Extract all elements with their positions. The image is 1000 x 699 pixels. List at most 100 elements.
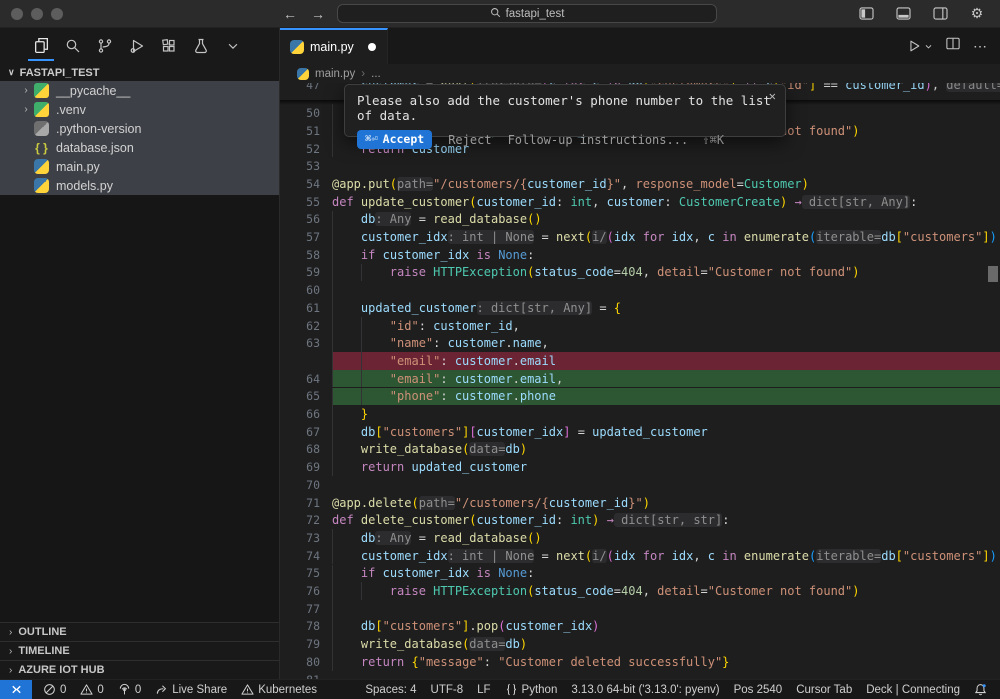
status-item-python[interactable]: Python	[498, 683, 565, 696]
code-line-67[interactable]: 67 db["customers"][customer_idx] = updat…	[280, 423, 1000, 441]
status-item-3-13-0-64-bit-3-13-0-pyenv[interactable]: 3.13.0 64-bit ('3.13.0': pyenv)	[564, 684, 726, 696]
toggle-panel-icon[interactable]	[890, 0, 916, 29]
code-line-55[interactable]: 55def update_customer(customer_id: int, …	[280, 193, 1000, 211]
toggle-sidebar-icon[interactable]	[853, 0, 879, 29]
line-number[interactable]: 80	[280, 655, 320, 669]
line-number[interactable]: 79	[280, 637, 320, 651]
code-line-62[interactable]: 62 "id": customer_id,	[280, 317, 1000, 335]
code-line-60[interactable]: 60	[280, 281, 1000, 299]
more-views-chevron-icon[interactable]	[220, 31, 246, 61]
command-center-search[interactable]: fastapi_test	[337, 4, 717, 23]
status-item-0[interactable]: 0	[36, 683, 73, 696]
code-line-63[interactable]: 63 "name": customer.name,	[280, 334, 1000, 352]
file-tree-item--python-version[interactable]: .python-version	[0, 119, 279, 138]
line-number[interactable]: 57	[280, 230, 320, 244]
file-tree-item-database-json[interactable]: { }database.json	[0, 138, 279, 157]
line-number[interactable]: 66	[280, 407, 320, 421]
line-number[interactable]: 52	[280, 142, 320, 156]
status-item-utf-8[interactable]: UTF-8	[424, 684, 471, 696]
unsaved-dot-icon[interactable]	[368, 43, 376, 51]
breadcrumb-file[interactable]: main.py	[315, 68, 355, 80]
file-tree-item--pycache-[interactable]: ›__pycache__	[0, 81, 279, 100]
line-number[interactable]: 58	[280, 248, 320, 262]
line-number[interactable]: 67	[280, 425, 320, 439]
code-line-80[interactable]: 80 return {"message": "Customer deleted …	[280, 653, 1000, 671]
line-number[interactable]: 78	[280, 619, 320, 633]
code-line-57[interactable]: 57 customer_idx: int | None = next(i/(id…	[280, 228, 1000, 246]
code-line-73[interactable]: 73 db: Any = read_database()	[280, 529, 1000, 547]
panel-header-azure-iot-hub[interactable]: ›AZURE IOT HUB	[0, 660, 279, 679]
line-number[interactable]: 75	[280, 566, 320, 580]
code-line-72[interactable]: 72def delete_customer(customer_id: int) …	[280, 511, 1000, 529]
scrollbar-marker[interactable]	[988, 266, 998, 282]
run-python-file-button[interactable]	[907, 39, 933, 53]
line-number[interactable]: 71	[280, 496, 320, 510]
status-item-0[interactable]: 0	[73, 683, 110, 696]
settings-gear-icon[interactable]: ⚙	[964, 0, 990, 29]
line-number[interactable]: 62	[280, 319, 320, 333]
status-item-bell[interactable]	[967, 683, 994, 696]
line-number[interactable]: 65	[280, 389, 320, 403]
breadcrumb-symbol[interactable]: ...	[371, 68, 381, 80]
code-line-54[interactable]: 54@app.put(path="/customers/{customer_id…	[280, 175, 1000, 193]
code-line-74[interactable]: 74 customer_idx: int | None = next(i/(id…	[280, 547, 1000, 565]
status-item-pos-2540[interactable]: Pos 2540	[727, 684, 790, 696]
line-number[interactable]: 50	[280, 106, 320, 120]
toggle-secondary-sidebar-icon[interactable]	[927, 0, 953, 29]
code-line-66[interactable]: 66 }	[280, 405, 1000, 423]
status-item-live-share[interactable]: Live Share	[148, 683, 234, 696]
code-line-59[interactable]: 59 raise HTTPException(status_code=404, …	[280, 264, 1000, 282]
code-line-53[interactable]: 53	[280, 157, 1000, 175]
tab-main-py[interactable]: main.py	[280, 28, 388, 64]
maximize-window-button[interactable]	[51, 8, 63, 20]
status-item-0[interactable]: 0	[111, 683, 148, 696]
status-item-cursor-tab[interactable]: Cursor Tab	[789, 684, 859, 696]
close-window-button[interactable]	[11, 8, 23, 20]
code-line-71[interactable]: 71@app.delete(path="/customers/{customer…	[280, 494, 1000, 512]
close-icon[interactable]: ✕	[769, 89, 776, 103]
code-line-58[interactable]: 58 if customer_idx is None:	[280, 246, 1000, 264]
status-item-kubernetes[interactable]: Kubernetes	[234, 683, 324, 696]
code-line-75[interactable]: 75 if customer_idx is None:	[280, 565, 1000, 583]
code-line-78[interactable]: 78 db["customers"].pop(customer_idx)	[280, 618, 1000, 636]
status-item-lf[interactable]: LF	[470, 684, 497, 696]
back-icon[interactable]: ←	[283, 6, 297, 22]
line-number[interactable]: 59	[280, 265, 320, 279]
line-number[interactable]: 63	[280, 336, 320, 350]
line-number[interactable]: 74	[280, 549, 320, 563]
accept-button[interactable]: ⌘⏎ Accept	[357, 130, 432, 149]
line-number[interactable]: 55	[280, 195, 320, 209]
code-line-65[interactable]: 65 "phone": customer.phone	[280, 388, 1000, 406]
file-tree-item--venv[interactable]: ›.venv	[0, 100, 279, 119]
explorer-root-header[interactable]: ∨ FASTAPI_TEST	[0, 64, 279, 81]
remote-indicator[interactable]	[0, 680, 32, 699]
more-actions-icon[interactable]: ⋯	[973, 38, 988, 55]
panel-header-outline[interactable]: ›OUTLINE	[0, 622, 279, 641]
code-line-77[interactable]: 77	[280, 600, 1000, 618]
code-line-69[interactable]: 69 return updated_customer	[280, 458, 1000, 476]
line-number[interactable]: 56	[280, 212, 320, 226]
code-editor[interactable]: Please also add the customer's phone num…	[280, 83, 1000, 679]
code-line-56[interactable]: 56 db: Any = read_database()	[280, 211, 1000, 229]
code-line-70[interactable]: 70	[280, 476, 1000, 494]
panel-header-timeline[interactable]: ›TIMELINE	[0, 641, 279, 660]
minimize-window-button[interactable]	[31, 8, 43, 20]
line-number[interactable]: 73	[280, 531, 320, 545]
line-number[interactable]: 47	[280, 83, 320, 92]
code-line-64[interactable]: 64 "email": customer.email,	[280, 370, 1000, 388]
forward-icon[interactable]: →	[311, 6, 325, 22]
window-controls[interactable]	[11, 8, 63, 20]
status-item-deck-connecting[interactable]: Deck | Connecting	[859, 684, 967, 696]
line-number[interactable]: 68	[280, 442, 320, 456]
line-number[interactable]: 61	[280, 301, 320, 315]
run-debug-icon[interactable]	[124, 31, 150, 61]
line-number[interactable]: 70	[280, 478, 320, 492]
search-view-icon[interactable]	[60, 31, 86, 61]
line-number[interactable]: 77	[280, 602, 320, 616]
file-tree-item-models-py[interactable]: models.py	[0, 176, 279, 195]
code-line-68[interactable]: 68 write_database(data=db)	[280, 441, 1000, 459]
source-control-icon[interactable]	[92, 31, 118, 61]
file-tree-item-main-py[interactable]: main.py	[0, 157, 279, 176]
line-number[interactable]: 72	[280, 513, 320, 527]
line-number[interactable]: 60	[280, 283, 320, 297]
